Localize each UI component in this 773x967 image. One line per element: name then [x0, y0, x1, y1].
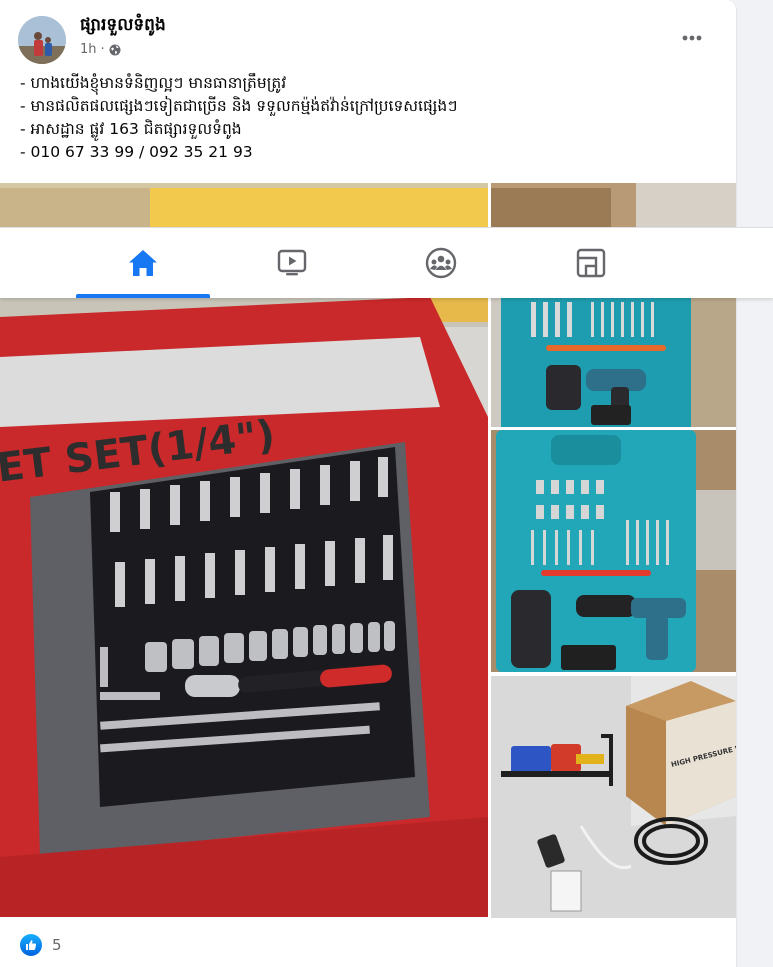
photo-preview	[0, 183, 488, 227]
meta-separator: ·	[100, 42, 105, 57]
post-line: - 010 67 33 99 / 092 35 21 93	[20, 143, 253, 161]
more-horizontal-icon	[682, 35, 702, 41]
reactions-bar[interactable]: 5	[20, 934, 62, 956]
socket-set-image: ET SET(1/4")	[0, 297, 488, 917]
photo-pressure-washer[interactable]: HIGH PRESSURE WASHER	[491, 676, 736, 918]
avatar[interactable]	[18, 16, 66, 64]
post-line: - ហាងយើងខ្ញុំមានទំនិញល្អៗ មានធានាត្រឹមត្…	[20, 74, 287, 92]
post-meta: 1h ·	[80, 42, 121, 57]
like-icon	[20, 934, 42, 956]
more-options-button[interactable]	[672, 20, 712, 56]
gaming-icon	[576, 248, 606, 278]
pressure-washer-image: HIGH PRESSURE WASHER	[491, 676, 736, 918]
photo-strip-left[interactable]	[0, 183, 488, 227]
globe-icon[interactable]	[109, 44, 121, 56]
photo-socket-set[interactable]: ET SET(1/4")	[0, 297, 488, 917]
post-body: - ហាងយើងខ្ញុំមានទំនិញល្អៗ មានធានាត្រឹមត្…	[20, 72, 457, 164]
post-time[interactable]: 1h	[80, 42, 97, 57]
tab-groups[interactable]	[374, 228, 508, 298]
avatar-photo	[18, 16, 66, 64]
scrollbar-track[interactable]	[744, 0, 766, 967]
author-name[interactable]: ផ្សារទួលទំពូង	[80, 14, 166, 39]
post-card: ផ្សារទួលទំពូង 1h · - ហាងយើងខ្ញុំមានទំនិញ…	[0, 0, 736, 967]
post-line: - មានផលិតផលផ្សេងៗទៀតជាច្រើន និង ទទួលកម៉្…	[20, 97, 458, 115]
reaction-count[interactable]: 5	[52, 936, 62, 954]
home-icon	[129, 250, 157, 276]
tab-gaming[interactable]	[524, 228, 658, 298]
tab-home[interactable]	[76, 228, 210, 298]
groups-icon	[425, 247, 457, 279]
photo-preview	[491, 183, 736, 227]
tab-watch[interactable]	[225, 228, 359, 298]
photo-drill-kit-1[interactable]	[491, 297, 736, 427]
top-navigation	[0, 227, 773, 298]
drill-kit-image	[491, 297, 736, 427]
drill-kit-image	[491, 430, 736, 672]
video-icon	[277, 249, 307, 276]
photo-strip-right[interactable]	[491, 183, 736, 227]
post-line: - អាសដ្ឋាន ផ្លូវ 163 ជិតផ្សារទួលទំពូង	[20, 120, 242, 138]
photo-drill-kit-2[interactable]	[491, 430, 736, 672]
